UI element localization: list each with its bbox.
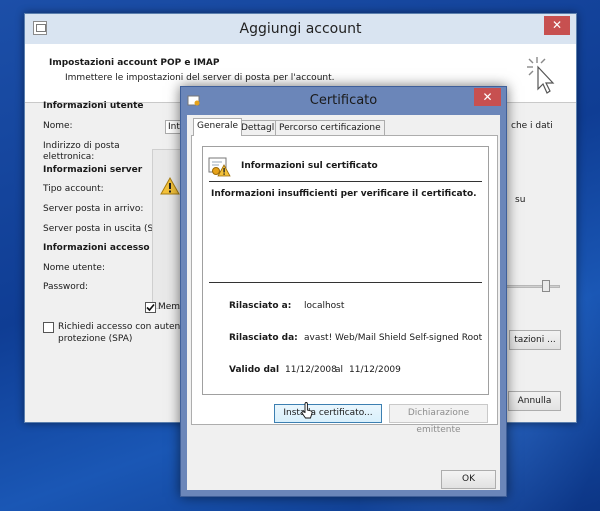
valid-to-word: al [335, 365, 344, 375]
certificate-info-title: Informazioni sul certificato [241, 161, 378, 171]
certificate-warning-icon [208, 157, 231, 177]
certificate-body: Generale Dettagli Percorso certificazion… [187, 115, 500, 490]
offline-slider-thumb[interactable] [542, 280, 550, 292]
tab-percorso-certificazione[interactable]: Percorso certificazione [275, 120, 385, 136]
warning-icon [160, 177, 180, 195]
section-server-info: Informazioni server [43, 165, 143, 175]
certificate-titlebar[interactable]: Certificato ✕ [181, 87, 506, 115]
issued-to-label: Rilasciato a: [229, 301, 292, 311]
offline-slider-track[interactable] [505, 285, 560, 288]
valid-from-value: 11/12/2008 [285, 365, 337, 375]
cancel-button[interactable]: Annulla [508, 391, 561, 411]
details-divider [209, 282, 482, 283]
checkmark-icon [146, 303, 155, 312]
add-account-titlebar[interactable]: Aggiungi account ✕ [25, 14, 576, 44]
account-type-label: Tipo account: [43, 184, 104, 194]
name-input-value: Int [168, 122, 180, 132]
install-certificate-button[interactable]: Installa certificato... [274, 404, 382, 423]
issued-to-value: localhost [304, 301, 345, 311]
tab-generale[interactable]: Generale [193, 118, 243, 136]
incoming-server-label: Server posta in arrivo: [43, 204, 144, 214]
password-label: Password: [43, 282, 89, 292]
certificate-warning-message: Informazioni insufficienti per verificar… [211, 189, 477, 199]
general-tab-panel: Informazioni sul certificato Informazion… [191, 135, 498, 435]
click-cursor-icon [527, 57, 555, 94]
issued-by-value: avast! Web/Mail Shield Self-signed Root [304, 333, 483, 343]
issued-by-label: Rilasciato da: [229, 333, 298, 343]
name-label: Nome: [43, 121, 73, 131]
username-label: Nome utente: [43, 263, 105, 273]
spa-label-line2: protezione (SPA) [58, 334, 133, 344]
certificate-info-box: Informazioni sul certificato Informazion… [202, 146, 489, 395]
valid-to-value: 11/12/2009 [349, 365, 401, 375]
spa-label-line1: Richiedi accesso con autentica [58, 322, 197, 332]
certificate-close-button[interactable]: ✕ [474, 88, 501, 106]
right-info-text-2: su [515, 195, 526, 205]
header-subtitle: Immettere le impostazioni del server di … [65, 73, 335, 83]
ok-button[interactable]: OK [441, 470, 496, 489]
remember-password-checkbox[interactable] [145, 302, 156, 313]
valid-from-label: Valido dal [229, 365, 280, 375]
info-title-divider [209, 181, 482, 182]
add-account-title: Aggiungi account [239, 21, 362, 37]
spa-checkbox[interactable] [43, 322, 54, 333]
issuer-statement-button[interactable]: Dichiarazione emittente [389, 404, 488, 435]
section-user-info: Informazioni utente [43, 101, 144, 111]
header-title: Impostazioni account POP e IMAP [49, 58, 220, 68]
email-label-line2: elettronica: [43, 152, 95, 162]
certificate-title: Certificato [309, 93, 378, 108]
mouse-pointer-icon [301, 402, 313, 419]
certificate-window: Certificato ✕ Generale Dettagli Percorso… [180, 86, 507, 497]
add-account-close-button[interactable]: ✕ [544, 16, 570, 35]
more-settings-button[interactable]: tazioni ... [509, 330, 561, 350]
section-access-info: Informazioni accesso [43, 243, 150, 253]
outgoing-server-label: Server posta in uscita (SMT [43, 224, 167, 234]
right-info-text-1: che i dati [511, 121, 553, 131]
